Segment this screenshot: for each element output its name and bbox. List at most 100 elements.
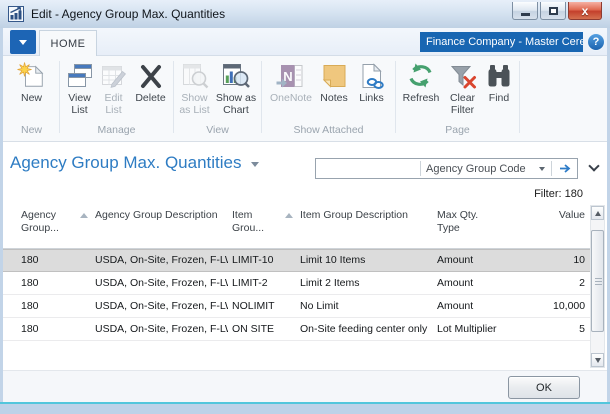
ribbon-separator	[59, 61, 60, 133]
cell-max-qty-type: Amount	[433, 277, 553, 289]
find-button[interactable]: Find	[481, 58, 517, 105]
column-header-label: Agency Group Description	[95, 209, 228, 222]
cell-item-group-description: Limit 10 Items	[296, 254, 433, 266]
column-header-max-qty-type[interactable]: Max Qty. Type	[433, 205, 553, 248]
sort-ascending-icon	[80, 213, 88, 218]
cell-max-qty-type: Amount	[433, 254, 553, 266]
table-body: 180 USDA, On-Site, Frozen, F-LW LIMIT-10…	[3, 249, 590, 341]
application-menu-button[interactable]	[10, 30, 36, 54]
edit-list-icon	[98, 61, 130, 91]
cell-agency-group: 180	[3, 277, 91, 289]
scrollbar-thumb[interactable]	[591, 230, 604, 332]
table-row[interactable]: 180 USDA, On-Site, Frozen, F-LW LIMIT-2 …	[3, 272, 590, 295]
column-header-agency-group-description[interactable]: Agency Group Description	[91, 205, 228, 248]
footer-bar: OK	[3, 370, 607, 402]
sort-ascending-icon	[285, 213, 293, 218]
column-header-value[interactable]: Value	[553, 205, 590, 248]
cell-agency-group-description: USDA, On-Site, Frozen, F-LW	[91, 300, 228, 312]
ribbon-separator	[519, 61, 520, 133]
close-button[interactable]: x	[568, 2, 602, 20]
cell-agency-group-description: USDA, On-Site, Frozen, F-LW	[91, 254, 228, 266]
apply-filter-button[interactable]	[552, 159, 577, 178]
ribbon-separator	[261, 61, 262, 133]
delete-x-icon	[135, 61, 167, 91]
ribbon-button-label: OneNote	[270, 93, 312, 105]
notes-sticky-icon	[318, 61, 350, 91]
column-header-label: Value	[553, 209, 585, 222]
links-button[interactable]: Links	[353, 58, 390, 105]
cell-item-group-description: Limit 2 Items	[296, 277, 433, 289]
scroll-down-button[interactable]	[591, 353, 604, 367]
ribbon-group-show-attached: N OneNote Notes	[263, 58, 394, 138]
arrow-down-icon	[595, 358, 601, 363]
column-header-label: Max Qty. Type	[437, 209, 553, 235]
ribbon-group-page: Refresh Clear Filter	[397, 58, 518, 138]
window-title: Edit - Agency Group Max. Quantities	[31, 7, 225, 21]
chevron-down-icon	[539, 167, 545, 171]
notes-button[interactable]: Notes	[315, 58, 353, 105]
grip-icon	[595, 278, 602, 285]
company-badge: Finance Company - Master Ceres 50...	[420, 32, 583, 52]
table-header: Agency Group... Agency Group Description…	[3, 205, 590, 249]
ribbon-button-label: Find	[489, 93, 509, 105]
ribbon: New New View List	[3, 56, 607, 142]
new-button[interactable]: New	[10, 58, 54, 105]
title-bar: Edit - Agency Group Max. Quantities x	[0, 0, 610, 28]
ribbon-group-label: View	[175, 124, 260, 138]
ribbon-group-manage: View List Edit List	[61, 58, 172, 138]
table-row[interactable]: 180 USDA, On-Site, Frozen, F-LW ON SITE …	[3, 318, 590, 341]
ribbon-separator	[395, 61, 396, 133]
ribbon-group-label: Page	[397, 124, 518, 138]
chevron-down-icon	[588, 160, 599, 171]
new-document-icon	[16, 61, 48, 91]
minimize-button[interactable]	[512, 2, 538, 20]
column-header-item-group[interactable]: Item Grou...	[228, 205, 296, 248]
show-as-list-icon	[179, 61, 211, 91]
page-title-text: Agency Group Max. Quantities	[10, 153, 242, 173]
restore-icon	[549, 7, 558, 15]
find-binoculars-icon	[483, 61, 515, 91]
filter-search-input[interactable]	[316, 159, 420, 178]
cell-value: 5	[553, 323, 590, 335]
scroll-up-button[interactable]	[591, 206, 604, 220]
onenote-button: N OneNote	[267, 58, 315, 105]
cell-value: 10,000	[553, 300, 590, 312]
expand-filter-pane-button[interactable]	[588, 162, 600, 174]
ok-button[interactable]: OK	[508, 376, 580, 399]
chevron-down-icon	[19, 40, 27, 45]
refresh-button[interactable]: Refresh	[398, 58, 444, 105]
cell-agency-group: 180	[3, 254, 91, 266]
restore-button[interactable]	[540, 2, 566, 20]
column-header-agency-group[interactable]: Agency Group...	[3, 205, 91, 248]
links-chain-icon	[356, 61, 388, 91]
filter-field-selector[interactable]: Agency Group Code	[421, 159, 551, 178]
cell-agency-group-description: USDA, On-Site, Frozen, F-LW	[91, 323, 228, 335]
table-row[interactable]: 180 USDA, On-Site, Frozen, F-LW LIMIT-10…	[3, 249, 590, 272]
cell-value: 2	[553, 277, 590, 289]
cell-item-group: NOLIMIT	[228, 300, 296, 312]
clear-filter-button[interactable]: Clear Filter	[444, 58, 481, 116]
delete-button[interactable]: Delete	[130, 58, 171, 105]
vertical-scrollbar[interactable]	[590, 205, 605, 368]
help-button[interactable]: ?	[587, 33, 605, 51]
filter-search-box: Agency Group Code	[315, 158, 578, 179]
view-list-button[interactable]: View List	[62, 58, 97, 116]
window-frame-left	[0, 28, 3, 402]
tab-home[interactable]: HOME	[39, 30, 97, 57]
ribbon-tab-bar: HOME Finance Company - Master Ceres 50..…	[3, 28, 607, 56]
ribbon-button-label: Notes	[320, 93, 347, 105]
question-mark-icon: ?	[593, 36, 600, 48]
table-row[interactable]: 180 USDA, On-Site, Frozen, F-LW NOLIMIT …	[3, 295, 590, 318]
show-as-chart-button[interactable]: Show as Chart	[213, 58, 259, 116]
ribbon-button-label: Show as Chart	[213, 93, 259, 116]
window-frame-bottom	[0, 402, 610, 414]
nav-chart-app-icon	[8, 6, 24, 22]
cell-max-qty-type: Amount	[433, 300, 553, 312]
arrow-right-icon	[558, 162, 572, 175]
window-controls: x	[510, 2, 602, 20]
ribbon-button-label: Links	[359, 93, 384, 105]
ribbon-group-label: Manage	[61, 124, 172, 138]
column-header-item-group-description[interactable]: Item Group Description	[296, 205, 433, 248]
page-title[interactable]: Agency Group Max. Quantities	[10, 153, 259, 173]
minimize-icon	[521, 13, 530, 16]
